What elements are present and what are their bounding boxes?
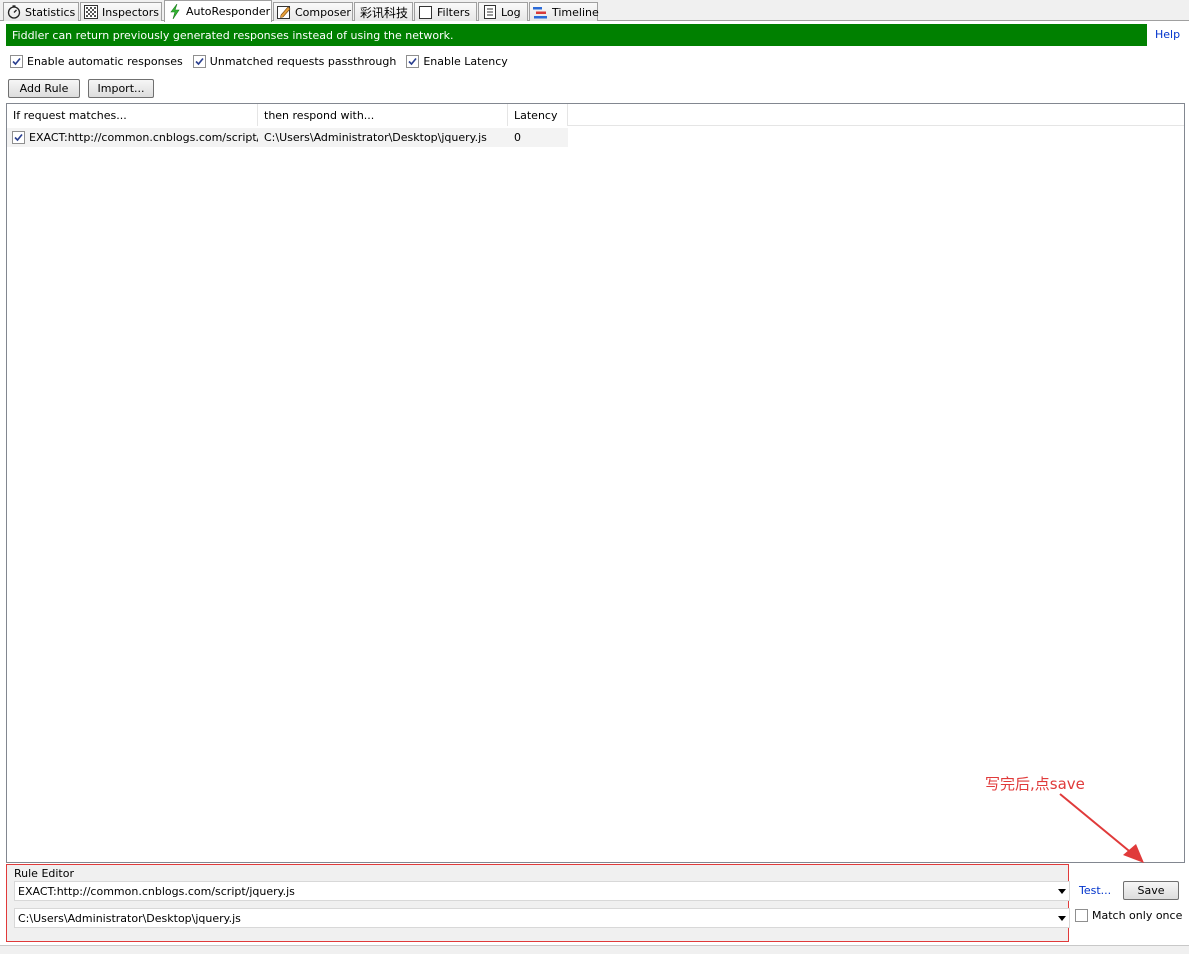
checkbox-icon bbox=[418, 5, 433, 20]
table-row[interactable]: EXACT:http://common.cnblogs.com/script/j… bbox=[7, 128, 568, 147]
dropdown-arrow-icon[interactable] bbox=[1058, 889, 1066, 894]
tab-caixun[interactable]: 彩讯科技 bbox=[354, 2, 413, 21]
banner-text: Fiddler can return previously generated … bbox=[12, 28, 454, 42]
rule-editor: Rule Editor EXACT:http://common.cnblogs.… bbox=[6, 864, 1070, 942]
tab-log[interactable]: Log bbox=[478, 2, 528, 21]
respond-combobox-value: C:\Users\Administrator\Desktop\jquery.js bbox=[18, 911, 241, 925]
column-header-match[interactable]: If request matches... bbox=[7, 104, 258, 126]
status-bar bbox=[0, 945, 1189, 954]
tab-label: Composer bbox=[295, 5, 351, 19]
tab-timeline[interactable]: Timeline bbox=[529, 2, 599, 21]
tab-label: Statistics bbox=[25, 5, 76, 19]
tab-label: Inspectors bbox=[102, 5, 160, 19]
tab-filters[interactable]: Filters bbox=[414, 2, 477, 21]
match-combobox-value: EXACT:http://common.cnblogs.com/script/j… bbox=[18, 884, 295, 898]
save-button[interactable]: Save bbox=[1123, 881, 1179, 900]
tab-strip: Statistics Inspectors AutoResponder Comp… bbox=[0, 0, 1189, 22]
lightning-icon bbox=[168, 4, 182, 19]
tab-autoresponder[interactable]: AutoResponder bbox=[164, 0, 272, 22]
rule-enabled-checkbox[interactable] bbox=[12, 131, 25, 144]
import-button[interactable]: Import... bbox=[88, 79, 154, 98]
match-only-once-label: Match only once bbox=[1092, 909, 1183, 922]
rule-respond-cell: C:\Users\Administrator\Desktop\jquery.js bbox=[264, 131, 487, 144]
checked-icon bbox=[10, 54, 23, 68]
option-label: Enable automatic responses bbox=[27, 54, 183, 68]
rule-match-text: EXACT:http://common.cnblogs.com/script/j… bbox=[29, 131, 258, 144]
option-label: Unmatched requests passthrough bbox=[209, 54, 397, 68]
annotation-arrow-icon bbox=[1059, 793, 1144, 863]
match-combobox[interactable]: EXACT:http://common.cnblogs.com/script/j… bbox=[14, 881, 1070, 901]
checked-icon bbox=[406, 54, 420, 68]
stopwatch-icon bbox=[7, 5, 21, 20]
tab-label: 彩讯科技 bbox=[360, 5, 409, 20]
tab-label: Filters bbox=[437, 5, 470, 19]
column-header-respond[interactable]: then respond with... bbox=[258, 104, 508, 126]
autoresponder-panel: Fiddler can return previously generated … bbox=[0, 21, 1189, 954]
column-header-latency[interactable]: Latency bbox=[508, 104, 568, 126]
inspectors-icon bbox=[84, 5, 98, 20]
rule-latency-cell: 0 bbox=[514, 131, 521, 144]
test-link[interactable]: Test... bbox=[1079, 884, 1111, 897]
enable-latency-checkbox[interactable]: Enable Latency bbox=[406, 54, 508, 68]
rule-match-cell: EXACT:http://common.cnblogs.com/script/j… bbox=[12, 128, 258, 147]
composer-icon bbox=[277, 5, 291, 20]
unmatched-passthrough-checkbox[interactable]: Unmatched requests passthrough bbox=[192, 54, 397, 68]
tab-statistics[interactable]: Statistics bbox=[3, 2, 79, 21]
unchecked-icon bbox=[1075, 909, 1088, 922]
rules-list[interactable]: If request matches... then respond with.… bbox=[6, 103, 1185, 863]
add-rule-button[interactable]: Add Rule bbox=[8, 79, 80, 98]
tab-label: AutoResponder bbox=[186, 5, 271, 18]
timeline-icon bbox=[533, 5, 548, 20]
help-link[interactable]: Help bbox=[1155, 28, 1180, 41]
tab-label: Timeline bbox=[552, 5, 599, 19]
match-only-once-checkbox[interactable]: Match only once bbox=[1075, 909, 1182, 922]
info-banner: Fiddler can return previously generated … bbox=[6, 24, 1147, 46]
options-row: Enable automatic responses Unmatched req… bbox=[10, 53, 518, 69]
log-icon bbox=[482, 5, 497, 20]
checked-icon bbox=[192, 54, 206, 68]
tab-composer[interactable]: Composer bbox=[273, 2, 353, 21]
enable-automatic-responses-checkbox[interactable]: Enable automatic responses bbox=[10, 54, 183, 68]
tab-inspectors[interactable]: Inspectors bbox=[80, 2, 162, 21]
rule-editor-label: Rule Editor bbox=[14, 867, 74, 880]
dropdown-arrow-icon[interactable] bbox=[1058, 916, 1066, 921]
option-label: Enable Latency bbox=[423, 54, 508, 68]
rules-list-header: If request matches... then respond with.… bbox=[7, 104, 1184, 126]
respond-combobox[interactable]: C:\Users\Administrator\Desktop\jquery.js bbox=[14, 908, 1070, 928]
tab-label: Log bbox=[501, 5, 521, 19]
